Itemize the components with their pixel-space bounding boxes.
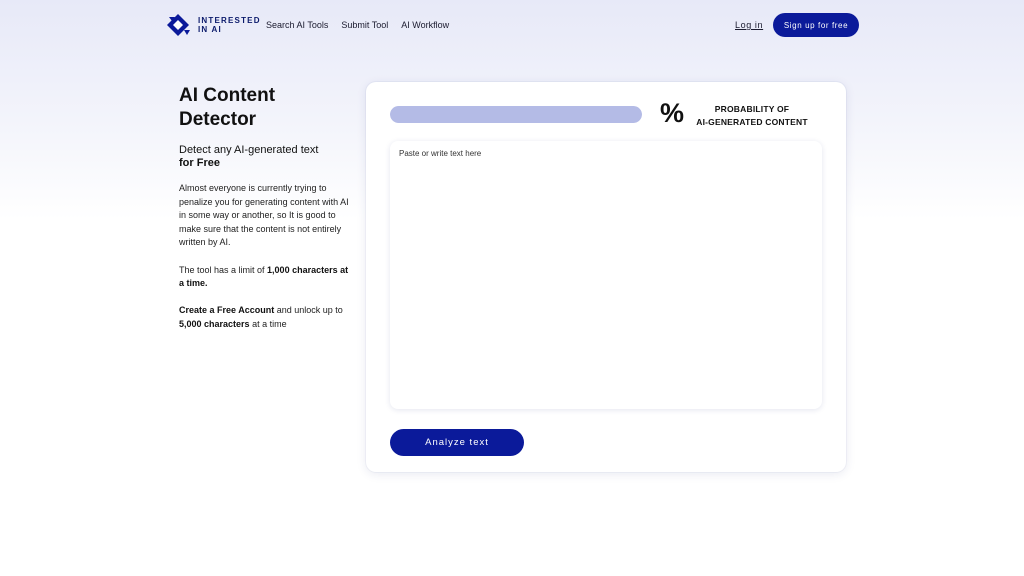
text-input[interactable] (390, 141, 822, 409)
page-title-line1: AI Content (179, 85, 276, 106)
logo-text-line2: IN AI (198, 25, 222, 34)
nav-ai-workflow[interactable]: AI Workflow (401, 20, 449, 30)
probability-label-line1: PROBABILITY OF (714, 104, 790, 114)
analyze-text-button[interactable]: Analyze text (390, 429, 524, 456)
logo-icon (167, 14, 190, 36)
probability-bar (390, 106, 642, 123)
main-nav: Search AI Tools Submit Tool AI Workflow (266, 20, 449, 30)
login-link[interactable]: Log in (735, 20, 763, 30)
subtitle: Detect any AI-generated text for Free (179, 144, 349, 170)
top-navbar: INTERESTED IN AI Search AI Tools Submit … (0, 0, 1024, 52)
subtitle-bold: for Free (179, 157, 220, 169)
logo-text-line1: INTERESTED (198, 16, 261, 25)
unlock-suffix: at a time (249, 318, 287, 329)
nav-search-ai-tools[interactable]: Search AI Tools (266, 20, 328, 30)
nav-submit-tool[interactable]: Submit Tool (341, 20, 388, 30)
detector-card: % PROBABILITY OF AI-GENERATED CONTENT An… (366, 82, 846, 472)
description-text: Almost everyone is currently trying to p… (179, 183, 349, 248)
subtitle-text: Detect any AI-generated text (179, 144, 319, 156)
probability-label: PROBABILITY OF AI-GENERATED CONTENT (692, 103, 812, 128)
character-limit-bold: 5,000 characters (179, 318, 250, 329)
intro-section: AI Content Detector Detect any AI-genera… (179, 84, 349, 332)
page-title-line2: Detector (179, 109, 257, 130)
unlock-text: and unlock up to (274, 305, 343, 316)
probability-bar-fill (390, 106, 642, 123)
create-account-bold: Create a Free Account (179, 305, 275, 316)
description: Almost everyone is currently trying to p… (179, 182, 349, 332)
percent-value: % (660, 98, 685, 128)
limit-text-prefix: The tool has a limit of (179, 264, 268, 275)
probability-label-line2: AI-GENERATED CONTENT (696, 116, 808, 127)
page-title: AI Content Detector (179, 84, 349, 132)
signup-button[interactable]: Sign up for free (773, 13, 859, 37)
logo-text: INTERESTED IN AI (198, 16, 261, 34)
logo[interactable]: INTERESTED IN AI (166, 13, 261, 37)
